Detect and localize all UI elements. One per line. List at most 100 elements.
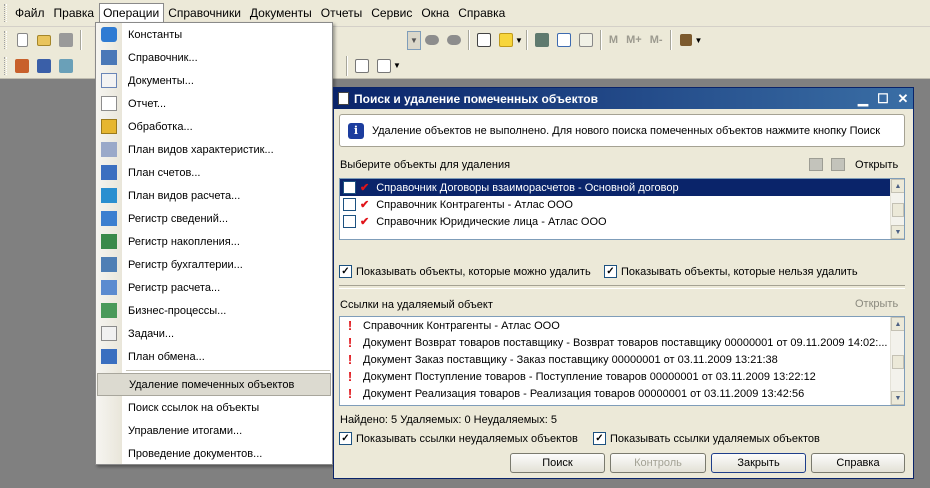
show-deletable-checkbox[interactable]: ✓ Показывать объекты, которые можно удали…: [339, 265, 591, 278]
menu-item-constants[interactable]: Константы: [96, 23, 332, 46]
menu-item-tasks[interactable]: Задачи...: [96, 322, 332, 345]
chevron-down-icon[interactable]: ▼: [408, 31, 420, 49]
1c-button[interactable]: [495, 29, 517, 51]
menu-item-documents[interactable]: Документы...: [96, 69, 332, 92]
menu-item-accumulation-register[interactable]: Регистр накопления...: [96, 230, 332, 253]
list-item[interactable]: ! Документ Заказ поставщику - Заказ поста…: [340, 351, 904, 368]
chevron-down-icon[interactable]: ▼: [393, 61, 401, 70]
menu-item-exchange-plan[interactable]: План обмена...: [96, 345, 332, 368]
report-abc-button[interactable]: [351, 55, 373, 77]
menu-item-accounting-register[interactable]: Регистр бухгалтерии...: [96, 253, 332, 276]
toolbar-grip[interactable]: [4, 31, 7, 49]
memory-minus-button[interactable]: M-: [646, 34, 667, 46]
scroll-thumb[interactable]: [892, 355, 904, 369]
menu-item-processing[interactable]: Обработка...: [96, 115, 332, 138]
calculator-button[interactable]: [531, 29, 553, 51]
open-object-link[interactable]: Открыть: [855, 159, 898, 171]
tools-button[interactable]: [675, 29, 697, 51]
menu-item-find-references[interactable]: Поиск ссылок на объекты: [96, 396, 332, 419]
list-item[interactable]: ✔ Справочник Юридические лица - Атлас ООО: [340, 213, 904, 230]
find-button[interactable]: [421, 29, 443, 51]
scroll-down-icon[interactable]: ▼: [891, 225, 904, 239]
help-button[interactable]: Справка: [811, 453, 905, 473]
show-not-deletable-checkbox[interactable]: ✓ Показывать объекты, которые нельзя удал…: [604, 265, 858, 278]
open-button[interactable]: [33, 29, 55, 51]
references-scrollbar[interactable]: ▲ ▼: [890, 317, 904, 405]
menu-catalogs[interactable]: Справочники: [164, 3, 246, 23]
show-refs-not-deletable-checkbox[interactable]: ✓ Показывать ссылки неудаляемых объектов: [339, 432, 578, 445]
menu-operations[interactable]: Операции: [99, 3, 165, 23]
windows-button[interactable]: [473, 29, 495, 51]
control-button[interactable]: Контроль: [610, 453, 706, 473]
report-xyz-button[interactable]: [373, 55, 395, 77]
close-button[interactable]: ✕: [893, 90, 913, 108]
scroll-up-icon[interactable]: ▲: [891, 317, 904, 331]
menu-item-report[interactable]: Отчет...: [96, 92, 332, 115]
menu-item-post-documents[interactable]: Проведение документов...: [96, 442, 332, 465]
list-item[interactable]: ! Справочник Контрагенты - Атлас ООО: [340, 317, 904, 334]
menu-file[interactable]: Файл: [11, 3, 50, 23]
menu-documents[interactable]: Документы: [246, 3, 317, 23]
users-button[interactable]: [33, 55, 55, 77]
chevron-down-icon[interactable]: ▼: [515, 36, 523, 45]
notepad-button[interactable]: [575, 29, 597, 51]
menu-item-label: Регистр сведений...: [128, 212, 229, 225]
menu-service[interactable]: Сервис: [367, 3, 417, 23]
memory-m-button[interactable]: M: [605, 34, 622, 46]
objects-scrollbar[interactable]: ▲ ▼: [890, 179, 904, 239]
calendar-button[interactable]: [553, 29, 575, 51]
checkbox-box[interactable]: ✓: [593, 432, 606, 445]
objects-list[interactable]: ✔ Справочник Договоры взаиморасчетов - Ос…: [339, 178, 905, 240]
object-checkbox[interactable]: [343, 215, 356, 228]
menu-item-calculation-register[interactable]: Регистр расчета...: [96, 276, 332, 299]
menu-item-totals-management[interactable]: Управление итогами...: [96, 419, 332, 442]
list-item[interactable]: ! Документ Поступление товаров - Поступле…: [340, 368, 904, 385]
check-all-icon[interactable]: [809, 158, 823, 171]
menu-item-info-register[interactable]: Регистр сведений...: [96, 207, 332, 230]
menu-item-business-processes[interactable]: Бизнес-процессы...: [96, 299, 332, 322]
menu-item-catalog[interactable]: Справочник...: [96, 46, 332, 69]
constants-toolbar-button[interactable]: [11, 55, 33, 77]
menu-item-label: Проведение документов...: [128, 447, 263, 460]
list-item[interactable]: ✔ Справочник Договоры взаиморасчетов - Ос…: [340, 179, 904, 196]
menu-item-chart-of-characteristics[interactable]: План видов характеристик...: [96, 138, 332, 161]
save-button[interactable]: [55, 29, 77, 51]
menu-help[interactable]: Справка: [454, 3, 510, 23]
uncheck-all-icon[interactable]: [831, 158, 845, 171]
chevron-down-icon[interactable]: ▼: [695, 36, 703, 45]
list-item[interactable]: ! Документ Возврат товаров поставщику - В…: [340, 334, 904, 351]
select-objects-label: Выберите объекты для удаления: [340, 159, 511, 171]
references-list[interactable]: ! Справочник Контрагенты - Атлас ООО ! Док…: [339, 316, 905, 406]
scroll-down-icon[interactable]: ▼: [891, 391, 904, 405]
catalog-toolbar-button[interactable]: [55, 55, 77, 77]
search-button[interactable]: Поиск: [510, 453, 605, 473]
menu-windows[interactable]: Окна: [417, 3, 454, 23]
checkbox-box[interactable]: ✓: [339, 432, 352, 445]
menu-reports[interactable]: Отчеты: [317, 3, 367, 23]
close-dialog-button[interactable]: Закрыть: [711, 453, 806, 473]
menu-item-chart-of-accounts[interactable]: План счетов...: [96, 161, 332, 184]
checkbox-box[interactable]: ✓: [339, 265, 352, 278]
find-next-button[interactable]: [443, 29, 465, 51]
minimize-button[interactable]: ▁: [853, 90, 873, 108]
menu-item-delete-marked-objects[interactable]: Удаление помеченных объектов: [97, 373, 331, 396]
scroll-up-icon[interactable]: ▲: [891, 179, 904, 193]
menu-edit[interactable]: Правка: [50, 3, 100, 23]
checkbox-box[interactable]: ✓: [604, 265, 617, 278]
show-refs-deletable-checkbox[interactable]: ✓ Показывать ссылки удаляемых объектов: [593, 432, 820, 445]
dialog-titlebar[interactable]: Поиск и удаление помеченных объектов ▁ ☐…: [334, 88, 913, 109]
menu-item-chart-of-calculation[interactable]: План видов расчета...: [96, 184, 332, 207]
splitter[interactable]: [339, 285, 905, 289]
object-checkbox[interactable]: [343, 181, 356, 194]
open-reference-link[interactable]: Открыть: [855, 298, 898, 310]
list-item[interactable]: ! Документ Реализация товаров - Реализаци…: [340, 385, 904, 402]
toolbar-grip[interactable]: [4, 56, 7, 75]
list-item[interactable]: ✔ Справочник Контрагенты - Атлас ООО: [340, 196, 904, 213]
maximize-button[interactable]: ☐: [873, 90, 893, 108]
menubar-grip[interactable]: [4, 4, 7, 22]
object-checkbox[interactable]: [343, 198, 356, 211]
memory-plus-button[interactable]: M+: [622, 34, 646, 46]
scroll-thumb[interactable]: [892, 203, 904, 217]
search-combo[interactable]: ▼: [407, 30, 421, 50]
new-document-button[interactable]: [11, 29, 33, 51]
